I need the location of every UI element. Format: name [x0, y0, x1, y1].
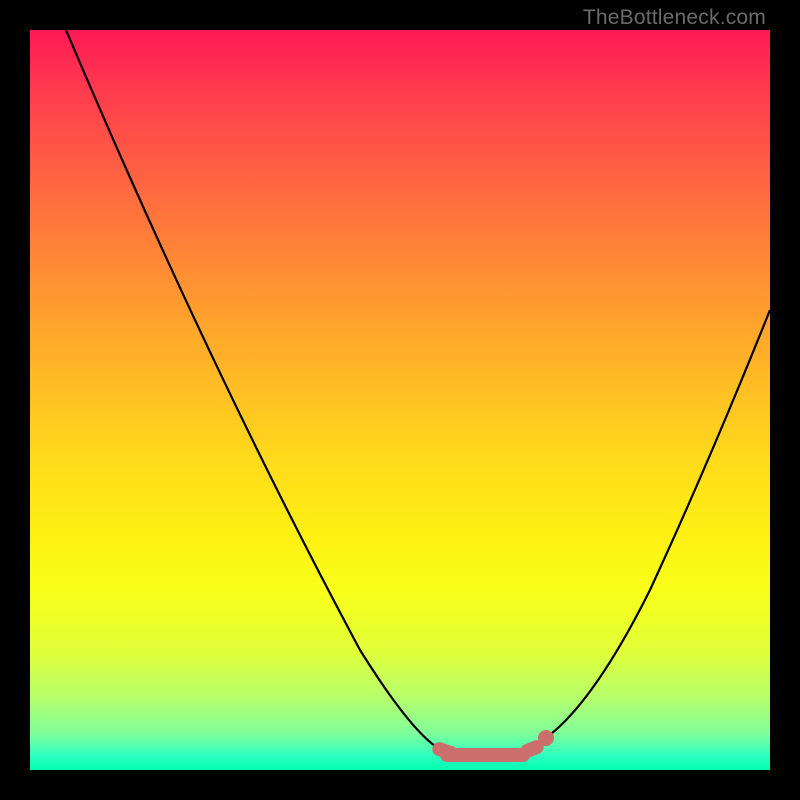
watermark-text: TheBottleneck.com: [583, 6, 766, 30]
chart-container: TheBottleneck.com: [0, 0, 800, 800]
plot-area: [30, 30, 770, 770]
optimal-end-dot: [538, 730, 554, 746]
curve-left-branch: [66, 30, 438, 748]
bottleneck-curve: [30, 30, 770, 770]
curve-right-branch: [540, 310, 770, 742]
